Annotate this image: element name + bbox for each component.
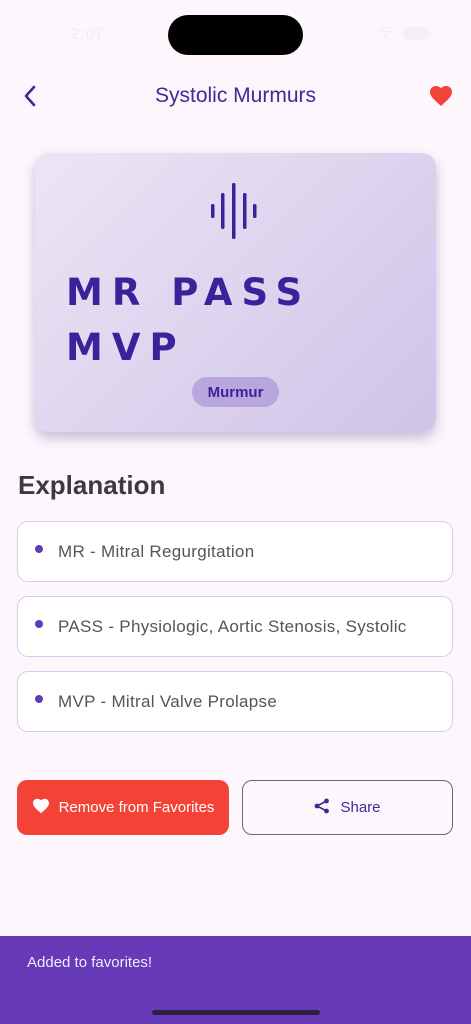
- battery-icon: [403, 26, 431, 40]
- mnemonic-line: MVP: [66, 326, 186, 369]
- status-icons: [377, 26, 431, 40]
- snackbar-message: Added to favorites!: [27, 954, 153, 971]
- mnemonic-line: MR PASS: [66, 271, 312, 314]
- share-button[interactable]: Share: [242, 780, 453, 835]
- heart-icon: [32, 798, 59, 818]
- share-label: Share: [340, 799, 381, 816]
- explanation-heading: Explanation: [18, 470, 166, 500]
- explanation-item: MVP - Mitral Valve Prolapse: [17, 671, 453, 732]
- explanation-item-text: MR - Mitral Regurgitation: [58, 541, 255, 561]
- status-time: 2:07: [70, 24, 105, 43]
- explanation-item-text: PASS - Physiologic, Aortic Stenosis, Sys…: [58, 616, 407, 636]
- bullet-dot: [35, 544, 43, 553]
- explanation-item: MR - Mitral Regurgitation: [17, 521, 453, 582]
- mnemonic-card: MR PASS MVP Murmur: [35, 153, 436, 432]
- dynamic-island: [168, 15, 303, 55]
- page-title: Systolic Murmurs: [154, 84, 317, 107]
- mnemonic-text: MR PASS MVP: [66, 265, 406, 375]
- home-indicator[interactable]: [152, 1010, 320, 1015]
- bullet-dot: [35, 619, 43, 628]
- heart-filled-icon: [429, 85, 453, 112]
- sound-wave-icon: [210, 181, 262, 246]
- favorite-toggle-button[interactable]: [425, 82, 457, 114]
- snackbar: Added to favorites!: [0, 936, 471, 1024]
- app-header: Systolic Murmurs: [0, 70, 471, 126]
- status-bar: 2:07: [0, 0, 471, 70]
- remove-from-favorites-button[interactable]: Remove from Favorites: [17, 780, 229, 835]
- category-badge: Murmur: [192, 377, 279, 407]
- share-icon: [314, 798, 340, 818]
- bullet-dot: [35, 694, 43, 703]
- wifi-icon: [377, 26, 395, 40]
- explanation-item-text: MVP - Mitral Valve Prolapse: [58, 691, 278, 711]
- explanation-item: PASS - Physiologic, Aortic Stenosis, Sys…: [17, 596, 453, 657]
- remove-from-favorites-label: Remove from Favorites: [58, 799, 215, 816]
